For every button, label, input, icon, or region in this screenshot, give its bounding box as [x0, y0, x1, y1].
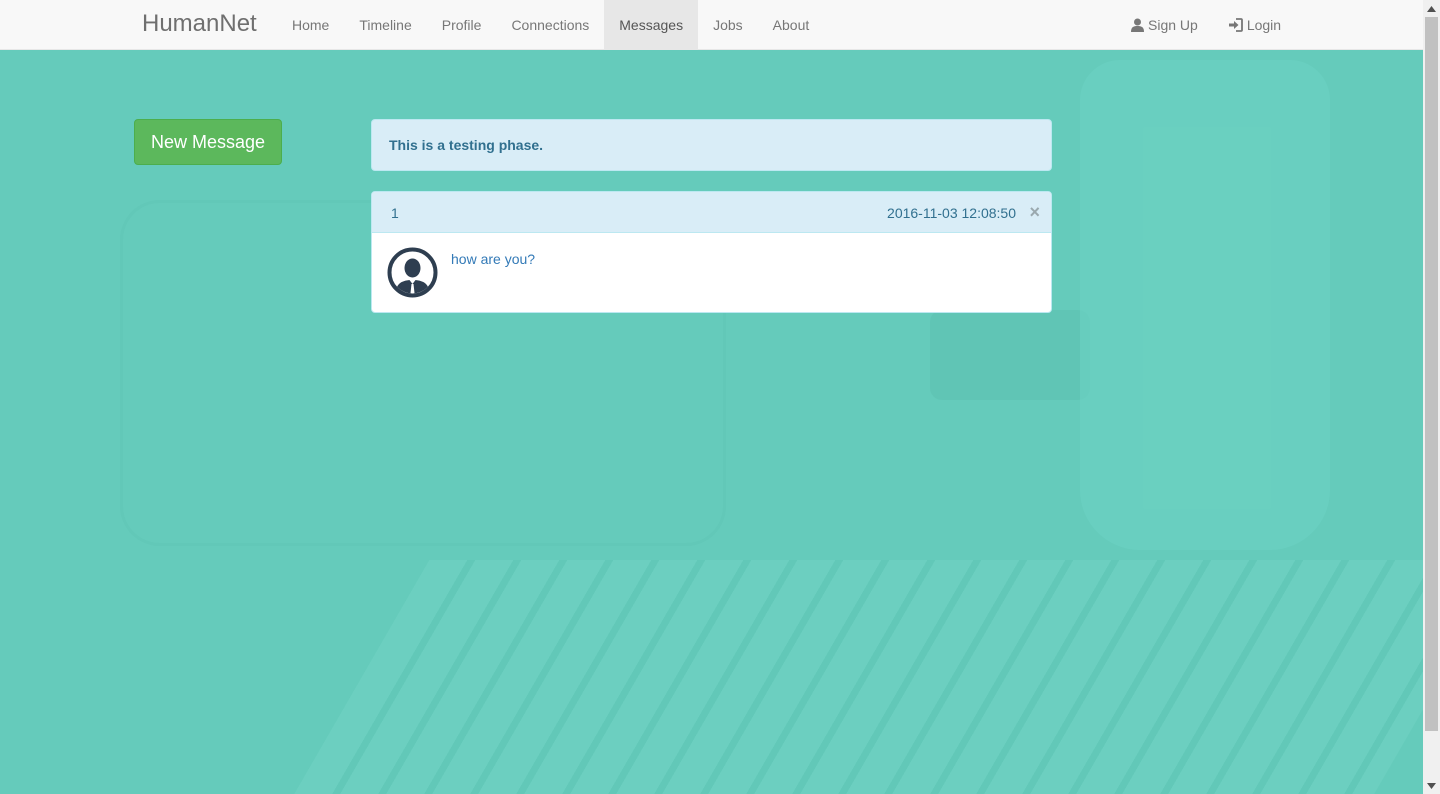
- top-navbar: HumanNet Home Timeline Profile Connectio…: [0, 0, 1423, 50]
- nav-item-jobs[interactable]: Jobs: [698, 0, 758, 49]
- scroll-thumb[interactable]: [1425, 17, 1438, 731]
- nav-item-connections[interactable]: Connections: [496, 0, 604, 49]
- message-body: how are you?: [372, 233, 1051, 312]
- testing-phase-alert: This is a testing phase.: [371, 119, 1052, 171]
- nav-item-about[interactable]: About: [758, 0, 825, 49]
- account-nav: Sign Up Login: [1116, 0, 1296, 49]
- close-icon[interactable]: ×: [1029, 202, 1040, 222]
- background-keyboard-shape: [290, 560, 1440, 794]
- nav-item-home[interactable]: Home: [277, 0, 344, 49]
- login-icon: [1228, 17, 1243, 32]
- background-mouse-shape: [930, 310, 1090, 400]
- main-nav: Home Timeline Profile Connections Messag…: [277, 0, 824, 49]
- message-heading: 1 2016-11-03 12:08:50 ×: [372, 192, 1051, 233]
- alert-text: This is a testing phase.: [389, 137, 544, 153]
- sign-up-label: Sign Up: [1148, 16, 1198, 33]
- new-message-button[interactable]: New Message: [134, 119, 282, 165]
- nav-item-timeline[interactable]: Timeline: [344, 0, 426, 49]
- user-avatar-icon: [387, 247, 438, 298]
- login-label: Login: [1246, 16, 1282, 33]
- background-cup-shape: [1080, 60, 1330, 550]
- message-text: how are you?: [451, 251, 536, 267]
- sign-up-link[interactable]: Sign Up: [1116, 0, 1213, 49]
- nav-item-profile[interactable]: Profile: [427, 0, 497, 49]
- page-scrollbar[interactable]: [1423, 0, 1440, 794]
- scroll-down-arrow-icon[interactable]: [1423, 777, 1440, 794]
- brand-link[interactable]: HumanNet: [142, 10, 257, 38]
- message-id: 1: [391, 205, 399, 221]
- message-timestamp: 2016-11-03 12:08:50: [887, 205, 1016, 221]
- user-icon: [1131, 18, 1144, 32]
- message-panel: 1 2016-11-03 12:08:50 × how are you?: [371, 191, 1052, 313]
- nav-item-messages[interactable]: Messages: [604, 0, 699, 49]
- scroll-up-arrow-icon[interactable]: [1423, 0, 1440, 17]
- login-link[interactable]: Login: [1213, 0, 1296, 49]
